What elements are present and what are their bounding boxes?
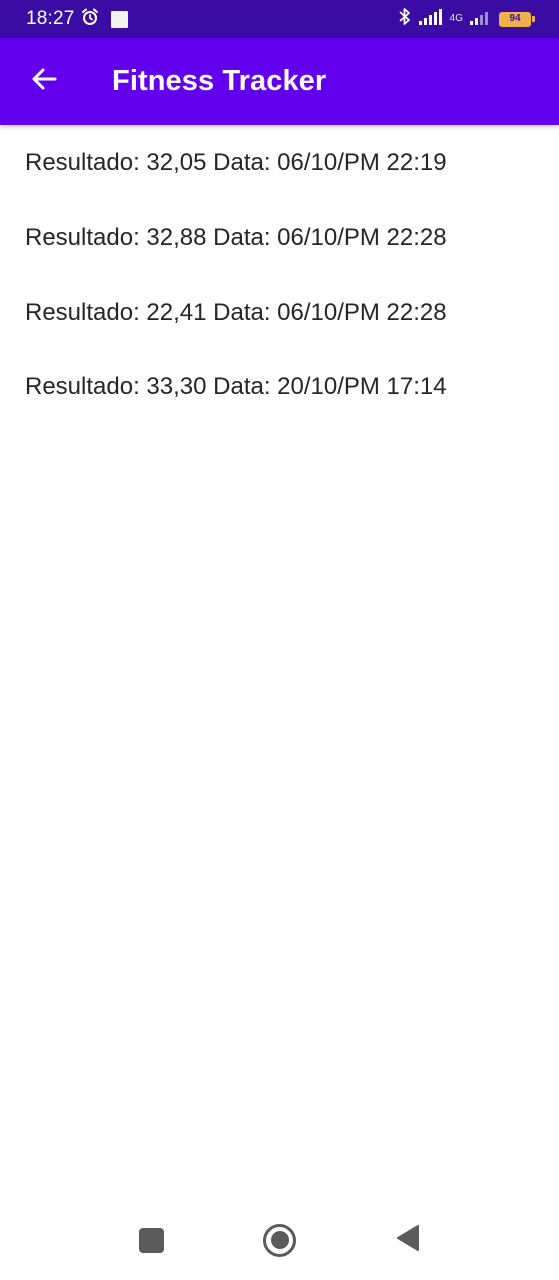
battery-tip — [532, 16, 535, 22]
back-nav-button[interactable] — [344, 1200, 472, 1280]
app-bar: Fitness Tracker — [0, 38, 559, 125]
notification-square-icon — [110, 10, 128, 28]
battery-body: 94 — [499, 11, 531, 27]
back-icon — [396, 1224, 420, 1257]
list-item[interactable]: Resultado: 32,05 Data: 06/10/PM 22:19 — [0, 125, 559, 201]
back-button[interactable] — [0, 38, 88, 125]
arrow-left-icon — [30, 65, 58, 98]
recents-button[interactable] — [88, 1200, 216, 1280]
list-item[interactable]: Resultado: 33,30 Data: 20/10/PM 17:14 — [0, 350, 559, 425]
bluetooth-icon — [398, 7, 412, 31]
network-label: 4G — [449, 13, 463, 24]
network-type: 4G — [450, 14, 463, 24]
status-time: 18:27 — [26, 8, 75, 29]
battery-icon: 94 — [499, 11, 535, 27]
recents-icon — [139, 1227, 164, 1253]
home-button[interactable] — [216, 1200, 344, 1280]
home-icon — [263, 1223, 296, 1257]
results-list: Resultado: 32,05 Data: 06/10/PM 22:19 Re… — [0, 125, 559, 425]
status-left: 18:27 — [26, 8, 128, 31]
battery-level: 94 — [509, 13, 521, 24]
home-icon-dot — [270, 1231, 289, 1249]
list-item[interactable]: Resultado: 32,88 Data: 06/10/PM 22:28 — [0, 201, 559, 276]
page-title: Fitness Tracker — [112, 65, 327, 97]
signal-icon-secondary — [470, 9, 492, 30]
status-bar: 18:27 4G 94 — [0, 0, 559, 38]
screen: 18:27 4G 94 Fitness Tracker Resultado: 3… — [0, 0, 559, 1280]
alarm-icon — [81, 8, 99, 31]
navigation-bar — [0, 1200, 559, 1280]
signal-icon — [418, 8, 443, 30]
list-item[interactable]: Resultado: 22,41 Data: 06/10/PM 22:28 — [0, 276, 559, 351]
status-right: 4G 94 — [398, 7, 535, 31]
